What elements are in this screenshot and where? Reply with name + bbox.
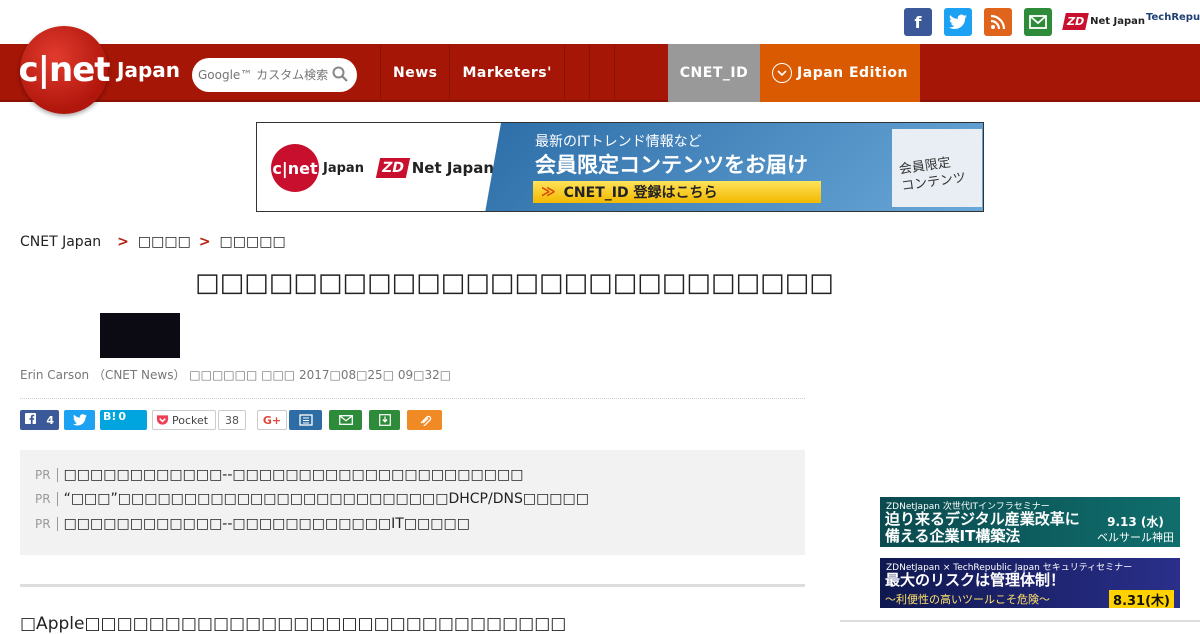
pr-divider [56, 492, 58, 506]
pr-link[interactable]: PR □□□□□□□□□□□□--□□□□□□□□□□□□IT□□□□□ [35, 516, 470, 532]
breadcrumb-separator: > [198, 234, 211, 250]
breadcrumb-level-3[interactable]: □□□□□ [220, 234, 286, 250]
save-button[interactable] [369, 410, 400, 430]
banner-zdnet-mark: ZD [375, 158, 410, 178]
facebook-share-count: 4 [46, 413, 54, 427]
section-divider [20, 584, 805, 587]
side-ad-headline-2: 備える企業IT構築法 [885, 527, 1021, 545]
zdnet-mark: ZD [1062, 12, 1089, 30]
hatena-icon: B! [103, 410, 117, 423]
side-ad-headline: 迫り来るデジタル産業改革に 備える企業IT構築法 [885, 511, 1080, 545]
nav-item-news[interactable]: News [380, 44, 449, 102]
side-ad-subline: 〜利便性の高いツールこそ危険〜 [885, 593, 1050, 606]
zdnet-japan-logo[interactable]: ZD Net Japan [1062, 9, 1146, 33]
pr-link[interactable]: PR □□□□□□□□□□□□--□□□□□□□□□□□□□□□□□□□□□□ [35, 467, 523, 483]
techrepublic-logo[interactable]: TechRepublic [1146, 12, 1200, 23]
cnet-id-button[interactable]: CNET_ID [668, 44, 760, 102]
pocket-button[interactable]: Pocket [152, 410, 216, 430]
edition-label: Japan Edition [797, 65, 908, 81]
side-ad-headline-1: 迫り来るデジタル産業改革に [885, 510, 1080, 528]
banner-cnet-japan: Japan [323, 160, 364, 176]
techrepublic-label: TechRepublic [1146, 12, 1200, 23]
sidebar-divider [840, 620, 1200, 622]
side-ad-seminar-security[interactable]: ZDNetJapan × TechRepublic Japan セキュリティセミ… [880, 558, 1180, 608]
paperclip-icon [420, 415, 431, 426]
google-plus-button[interactable]: G+ [257, 410, 287, 430]
breadcrumb-separator: > [117, 234, 129, 250]
facebook-icon[interactable]: f [904, 8, 932, 36]
article-byline: Erin Carson （CNET News） □□□□□□ □□□ 2017□… [20, 368, 452, 382]
top-utility-bar: f ZD Net Japan TechRepublic [0, 0, 1200, 44]
pr-tag: PR [35, 468, 51, 482]
print-icon [298, 414, 313, 426]
nav-item-blank-3[interactable] [613, 44, 639, 102]
nav-item-blank-1[interactable] [563, 44, 589, 102]
banner-zdnet-text: Net Japan [411, 159, 495, 177]
twitter-icon [72, 414, 87, 426]
breadcrumb-level-2[interactable]: □□□□ [138, 234, 191, 250]
banner-logos: c|net Japan ZD Net Japan [257, 123, 497, 211]
banner-line-1: 最新のITトレンド情報など [535, 134, 702, 150]
side-ad-date: 8.31(木) [1109, 590, 1174, 608]
breadcrumb: CNET Japan > □□□□ > □□□□□ [20, 234, 286, 250]
edition-selector[interactable]: Japan Edition [760, 44, 920, 102]
search-input[interactable] [198, 68, 328, 82]
main-nav: News Marketers' [380, 44, 639, 102]
banner-register-button[interactable]: ≫ CNET_ID 登録はこちら [533, 181, 821, 203]
zdnet-label: Net Japan [1090, 15, 1146, 27]
breadcrumb-home[interactable]: CNET Japan [20, 234, 101, 250]
banner-ad[interactable]: c|net Japan ZD Net Japan 最新のITトレンド情報など 会… [256, 122, 984, 212]
chevron-down-icon [772, 63, 793, 83]
cnet-logo[interactable]: c|net [18, 26, 111, 114]
pocket-count: 38 [218, 410, 246, 430]
mail-icon[interactable] [1024, 8, 1052, 36]
pr-link-text: □□□□□□□□□□□□--□□□□□□□□□□□□□□□□□□□□□□ [63, 467, 524, 483]
clip-button[interactable] [407, 410, 442, 430]
banner-promo: 最新のITトレンド情報など 会員限定コンテンツをお届け ≫ CNET_ID 登録… [485, 123, 983, 211]
pr-links-box: PR □□□□□□□□□□□□--□□□□□□□□□□□□□□□□□□□□□□ … [20, 450, 805, 555]
banner-side-text: 会員限定 コンテンツ [898, 153, 967, 196]
facebook-share-button[interactable]: 4 [20, 410, 59, 430]
divider [20, 398, 805, 399]
article-title: □□□□□□□□□□□□□□□□□□□□□□□□□□ [195, 268, 834, 298]
pr-tag: PR [35, 492, 51, 506]
banner-line-2: 会員限定コンテンツをお届け [535, 153, 808, 177]
side-ad-date-text: 9.13 (水) [1107, 515, 1164, 529]
double-arrow-icon: ≫ [541, 184, 556, 200]
pr-tag: PR [35, 517, 51, 531]
banner-side-image: 会員限定 コンテンツ [892, 129, 982, 207]
email-share-button[interactable] [329, 410, 362, 430]
nav-item-blank-2[interactable] [588, 44, 614, 102]
mail-icon [338, 415, 353, 425]
pr-link-text: □□□□□□□□□□□□--□□□□□□□□□□□□IT□□□□□ [63, 516, 470, 532]
rss-icon[interactable] [984, 8, 1012, 36]
pr-link-text: “□□□”□□□□□□□□□□□□□□□□□□□□□□□□□DHCP/DNS□□… [63, 491, 589, 507]
print-button[interactable] [289, 410, 322, 430]
cnet-logo-text: c|net [18, 50, 110, 90]
side-ad-headline: 最大のリスクは管理体制！ [885, 571, 1066, 589]
search-icon[interactable] [332, 66, 348, 82]
hatena-bookmark-button[interactable]: B! 0 [100, 410, 147, 430]
banner-register-label: CNET_ID 登録はこちら [563, 185, 718, 201]
facebook-icon [25, 413, 36, 427]
cnet-logo-region: Japan [117, 58, 180, 82]
twitter-share-button[interactable] [64, 410, 95, 430]
side-ad-date: 9.13 (水) ベルサール神田 [1097, 515, 1174, 545]
pr-link[interactable]: PR “□□□”□□□□□□□□□□□□□□□□□□□□□□□□□DHCP/DN… [35, 491, 589, 507]
twitter-icon[interactable] [944, 8, 972, 36]
banner-cnet-logo: c|net [271, 144, 319, 192]
pocket-label: Pocket [172, 413, 209, 427]
hatena-count: 0 [118, 410, 127, 423]
side-ad-venue: ベルサール神田 [1097, 531, 1174, 544]
download-icon [378, 414, 391, 426]
pr-divider [56, 517, 58, 531]
article-thumbnail [100, 313, 180, 358]
pocket-icon [156, 415, 169, 425]
search-box [192, 58, 357, 92]
nav-item-marketers[interactable]: Marketers' [449, 44, 563, 102]
pr-divider [56, 468, 58, 482]
article-lead: □Apple□□□□□□□□□□□□□□□□□□□□□□□□□□□□□□ [20, 614, 567, 634]
side-ad-seminar-infra[interactable]: ZDNetJapan 次世代ITインフラセミナー 迫り来るデジタル産業改革に 備… [880, 497, 1180, 547]
